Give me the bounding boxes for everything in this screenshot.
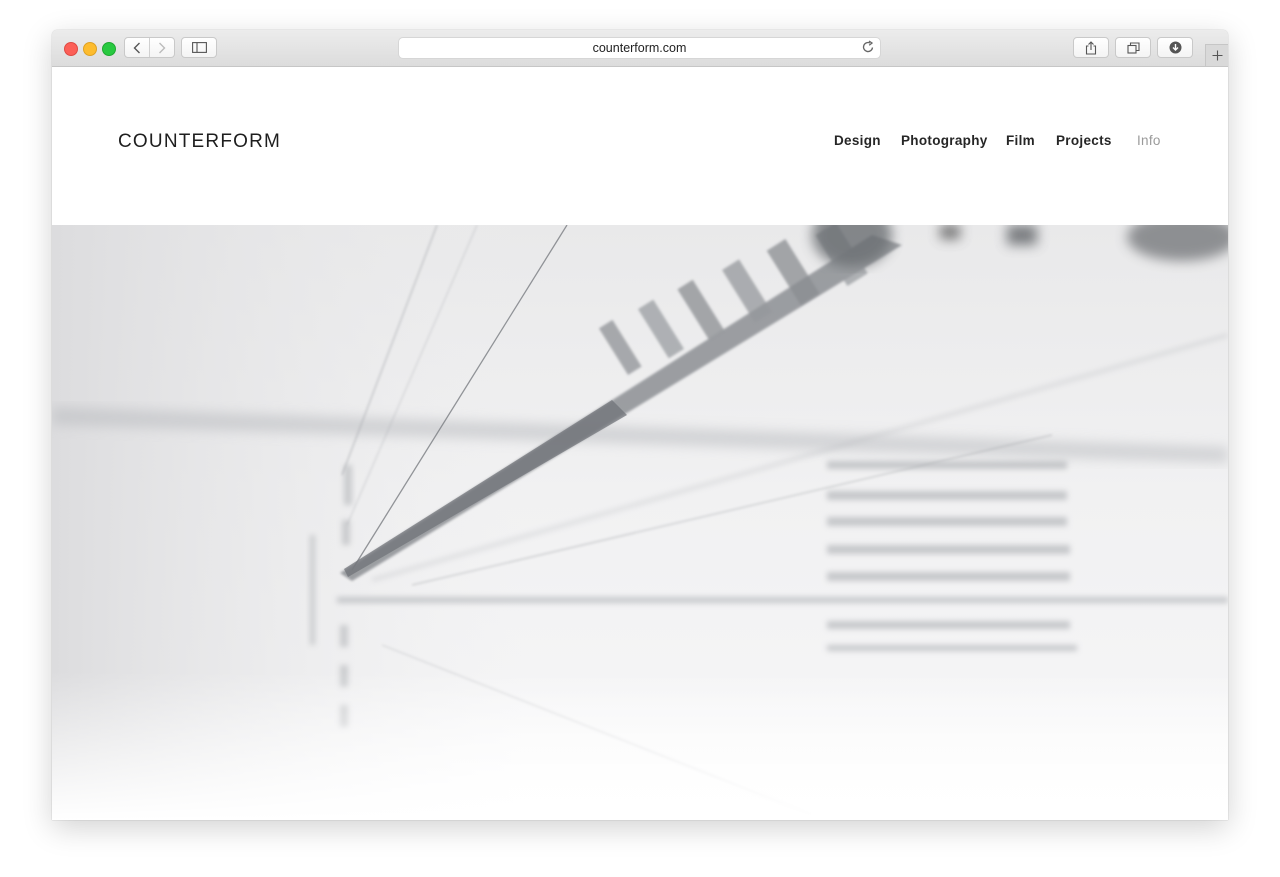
nav-projects[interactable]: Projects (1056, 133, 1112, 148)
zoom-window-button[interactable] (102, 42, 116, 56)
hero-image (52, 225, 1228, 820)
back-button[interactable] (125, 38, 149, 57)
tab-overview-button[interactable] (1115, 37, 1151, 58)
site-header: COUNTERFORM Design Photography Film Proj… (52, 67, 1228, 225)
browser-toolbar: counterform.com (52, 30, 1228, 67)
nav-film[interactable]: Film (1006, 133, 1035, 148)
nav-photography[interactable]: Photography (901, 133, 988, 148)
forward-button[interactable] (149, 38, 174, 57)
minimize-window-button[interactable] (83, 42, 97, 56)
hero-photo (52, 225, 1228, 820)
nav-design[interactable]: Design (834, 133, 881, 148)
share-button[interactable] (1073, 37, 1109, 58)
close-window-button[interactable] (64, 42, 78, 56)
reload-button[interactable] (862, 40, 875, 60)
new-tab-button[interactable] (1205, 44, 1228, 66)
share-icon (1085, 40, 1097, 55)
address-bar[interactable]: counterform.com (398, 37, 881, 59)
tabs-overview-icon (1126, 41, 1140, 54)
downloads-button[interactable] (1157, 37, 1193, 58)
sidebar-icon (191, 42, 207, 53)
reload-icon (862, 40, 874, 53)
url-text: counterform.com (592, 41, 687, 55)
chevron-right-icon (159, 42, 166, 53)
download-icon (1169, 41, 1181, 54)
history-nav (124, 37, 175, 58)
browser-window: counterform.com COUNTERFORM Design Photo… (52, 30, 1228, 820)
site-logo[interactable]: COUNTERFORM (118, 131, 281, 153)
chevron-left-icon (133, 42, 140, 53)
sidebar-toggle-button[interactable] (181, 37, 217, 58)
plus-icon (1212, 50, 1222, 61)
nav-info[interactable]: Info (1137, 133, 1161, 148)
